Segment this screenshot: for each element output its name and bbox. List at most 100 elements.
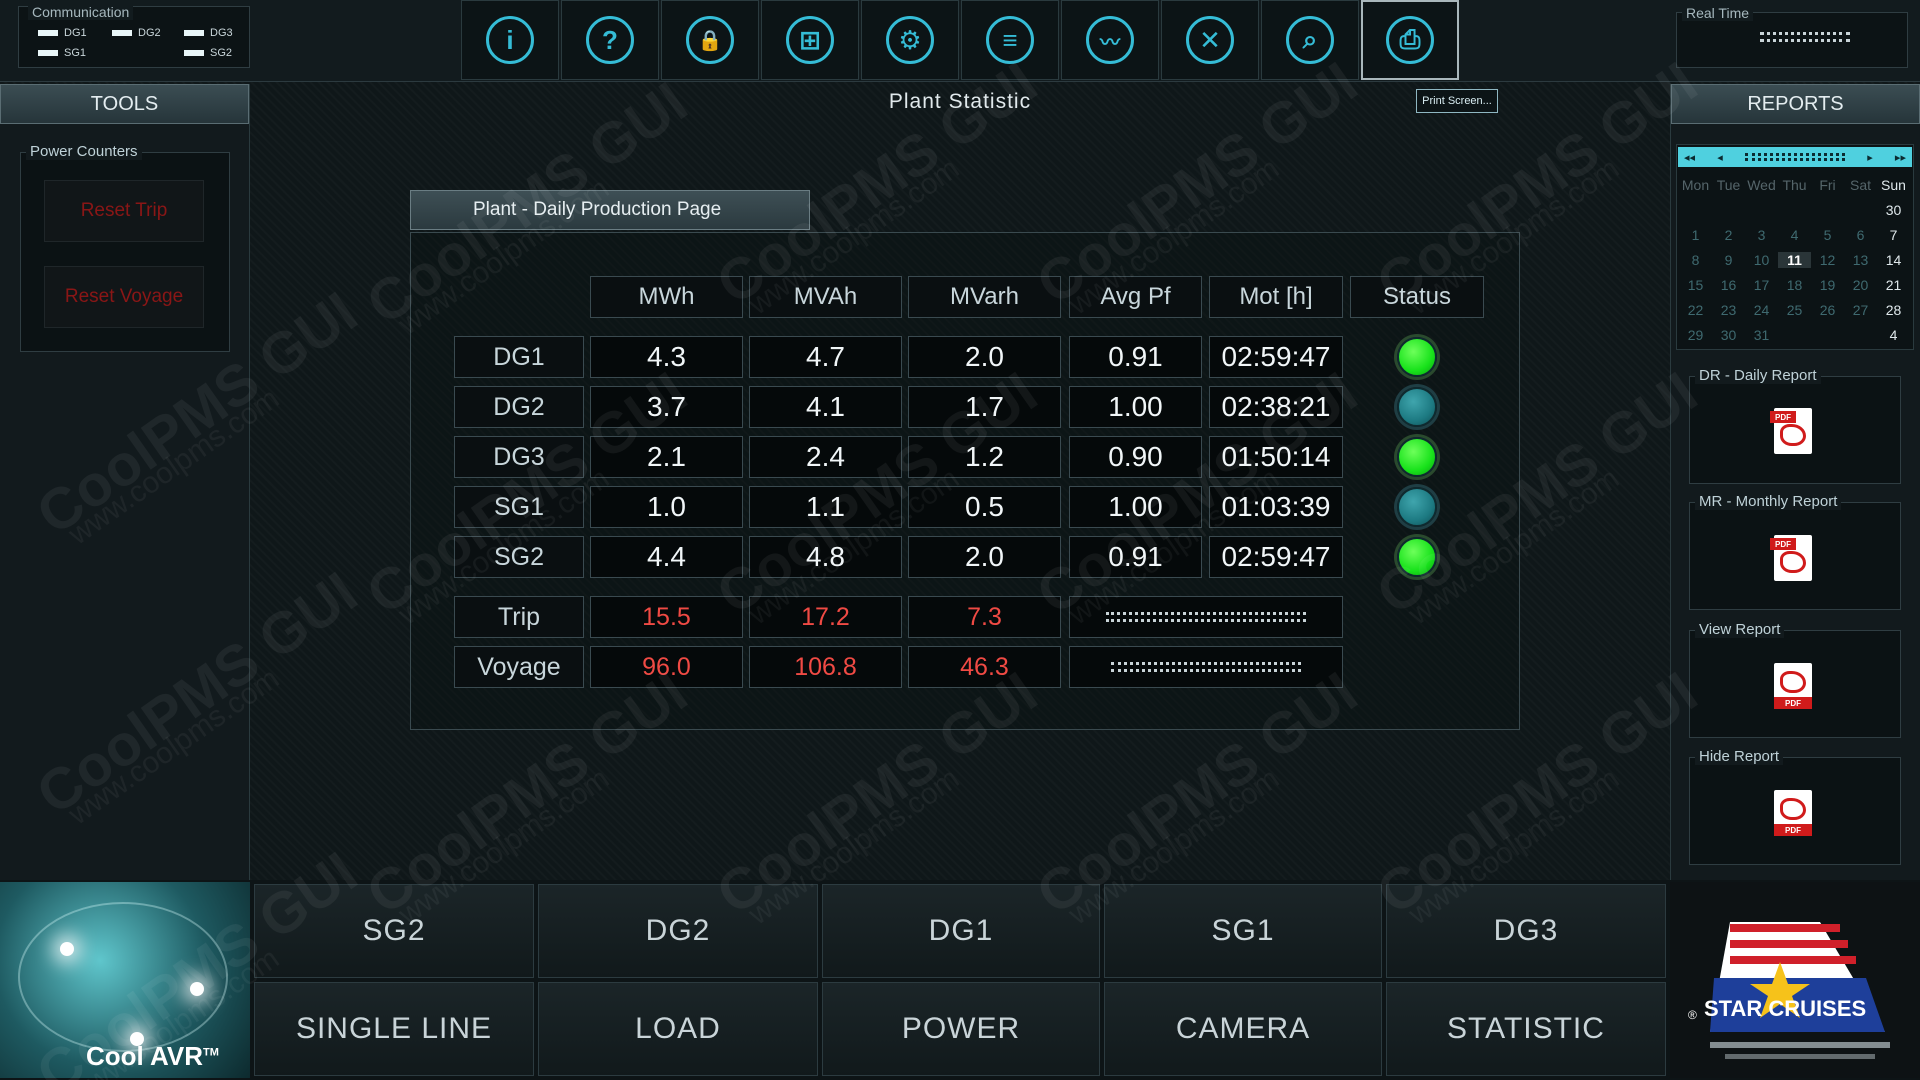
calendar-next-month-button[interactable]: ▸	[1867, 151, 1873, 164]
calendar-day[interactable]: 1	[1679, 227, 1712, 243]
tools-button[interactable]: ✕	[1161, 0, 1259, 80]
nav-dg1-button[interactable]: DG1	[822, 884, 1100, 978]
calendar-day[interactable]: 22	[1679, 302, 1712, 318]
pdf-badge: PDF	[1774, 824, 1812, 836]
waveform-button[interactable]: 〰	[1061, 0, 1159, 80]
zoom-button[interactable]: ⌕	[1261, 0, 1359, 80]
calendar-day[interactable]: 3	[1745, 227, 1778, 243]
calendar-day[interactable]: 24	[1745, 302, 1778, 318]
calendar-day[interactable]: 7	[1877, 227, 1910, 243]
calendar-day[interactable]: 4	[1778, 227, 1811, 243]
nav-power-button[interactable]: POWER	[822, 982, 1100, 1076]
network-icon: ⊞	[786, 16, 834, 64]
row-label-dg3: DG3	[454, 436, 584, 478]
globe-graphic	[18, 902, 228, 1052]
calendar-next-year-button[interactable]: ▸▸	[1895, 151, 1906, 164]
calendar-day[interactable]: 26	[1811, 302, 1844, 318]
dg1-mvarh: 2.0	[908, 336, 1061, 378]
calendar-day[interactable]: 6	[1844, 227, 1877, 243]
calendar-day[interactable]: 5	[1811, 227, 1844, 243]
nav-sg1-button[interactable]: SG1	[1104, 884, 1382, 978]
calendar-prev-month-button[interactable]: ◂	[1717, 151, 1723, 164]
sg2-mot: 02:59:47	[1209, 536, 1343, 578]
dg2-mvarh: 1.7	[908, 386, 1061, 428]
reset-trip-button[interactable]: Reset Trip	[44, 180, 204, 242]
voyage-date-scribble	[1069, 646, 1343, 688]
nav-dg3-button[interactable]: DG3	[1386, 884, 1666, 978]
printer-icon: ⎙	[1386, 16, 1434, 64]
dg3-mot: 01:50:14	[1209, 436, 1343, 478]
calendar-day[interactable]: 28	[1877, 302, 1910, 318]
row-label-sg2: SG2	[454, 536, 584, 578]
comm-status-dg2: DG2	[112, 27, 161, 39]
view-report-title: View Report	[1695, 621, 1785, 638]
lock-button[interactable]: 🔒	[661, 0, 759, 80]
top-bar	[0, 0, 1920, 82]
calendar-day[interactable]: 20	[1844, 277, 1877, 293]
info-button[interactable]: i	[461, 0, 559, 80]
calendar-day[interactable]: 30	[1712, 327, 1745, 343]
list-button[interactable]: ≡	[961, 0, 1059, 80]
pdf-icon: PDF	[1770, 408, 1812, 454]
real-time-scribble	[1760, 32, 1850, 42]
calendar-weekday: Tue	[1716, 177, 1741, 193]
calendar[interactable]	[1676, 144, 1914, 350]
calendar-day[interactable]: 13	[1844, 252, 1877, 268]
nav-dg2-button[interactable]: DG2	[538, 884, 818, 978]
calendar-day[interactable]: 18	[1778, 277, 1811, 293]
sg1-mvarh: 0.5	[908, 486, 1061, 528]
pdf-icon: PDF	[1774, 663, 1812, 709]
nav-load-button[interactable]: LOAD	[538, 982, 818, 1076]
dg1-mwh: 4.3	[590, 336, 743, 378]
calendar-day[interactable]: 2	[1712, 227, 1745, 243]
cool-avr-brand: Cool AVRTM	[86, 1041, 219, 1071]
print-screen-button[interactable]: Print Screen...	[1416, 89, 1498, 113]
calendar-day[interactable]: 4	[1877, 327, 1910, 343]
calendar-day[interactable]: 14	[1877, 252, 1910, 268]
voyage-mvarh: 46.3	[908, 646, 1061, 688]
printer-button[interactable]: ⎙	[1361, 0, 1459, 80]
calendar-day[interactable]: 9	[1712, 252, 1745, 268]
network-button[interactable]: ⊞	[761, 0, 859, 80]
calendar-day[interactable]: 11	[1778, 252, 1811, 268]
calendar-day[interactable]: 25	[1778, 302, 1811, 318]
pdf-swoosh	[1780, 798, 1806, 820]
calendar-day[interactable]: 12	[1811, 252, 1844, 268]
calendar-day[interactable]: 21	[1877, 277, 1910, 293]
calendar-day[interactable]: 15	[1679, 277, 1712, 293]
engine-icon: ⚙	[886, 16, 934, 64]
list-icon: ≡	[986, 16, 1034, 64]
calendar-day[interactable]: 30	[1877, 202, 1910, 218]
daily-report-title: DR - Daily Report	[1695, 367, 1821, 384]
calendar-prev-year-button[interactable]: ◂◂	[1684, 151, 1695, 164]
calendar-weekday: Fri	[1819, 177, 1836, 193]
dg3-mvah: 2.4	[749, 436, 902, 478]
calendar-day[interactable]: 16	[1712, 277, 1745, 293]
calendar-day[interactable]: 17	[1745, 277, 1778, 293]
calendar-day[interactable]: 19	[1811, 277, 1844, 293]
dg1-status-indicator	[1397, 337, 1437, 377]
nav-camera-button[interactable]: CAMERA	[1104, 982, 1382, 1076]
nav-statistic-button[interactable]: STATISTIC	[1386, 982, 1666, 1076]
nav-sg2-button[interactable]: SG2	[254, 884, 534, 978]
calendar-day[interactable]: 8	[1679, 252, 1712, 268]
calendar-weekday: Sun	[1881, 177, 1906, 193]
calendar-weekday: Thu	[1782, 177, 1807, 193]
sg1-mwh: 1.0	[590, 486, 743, 528]
help-button[interactable]: ?	[561, 0, 659, 80]
calendar-day[interactable]: 27	[1844, 302, 1877, 318]
column-header-mwh: MWh	[590, 276, 743, 318]
engine-button[interactable]: ⚙	[861, 0, 959, 80]
calendar-day[interactable]: 10	[1745, 252, 1778, 268]
sg1-avg-pf: 1.00	[1069, 486, 1202, 528]
star-cruises-text: STAR CRUISES	[1704, 996, 1867, 1021]
pdf-swoosh	[1780, 551, 1806, 573]
calendar-day[interactable]: 31	[1745, 327, 1778, 343]
calendar-day[interactable]: 29	[1679, 327, 1712, 343]
calendar-day[interactable]: 23	[1712, 302, 1745, 318]
pdf-swoosh	[1780, 671, 1806, 693]
reset-voyage-button[interactable]: Reset Voyage	[44, 266, 204, 328]
daily-production-tab[interactable]: Plant - Daily Production Page	[410, 190, 810, 230]
nav-single-line-button[interactable]: SINGLE LINE	[254, 982, 534, 1076]
dg1-mot: 02:59:47	[1209, 336, 1343, 378]
